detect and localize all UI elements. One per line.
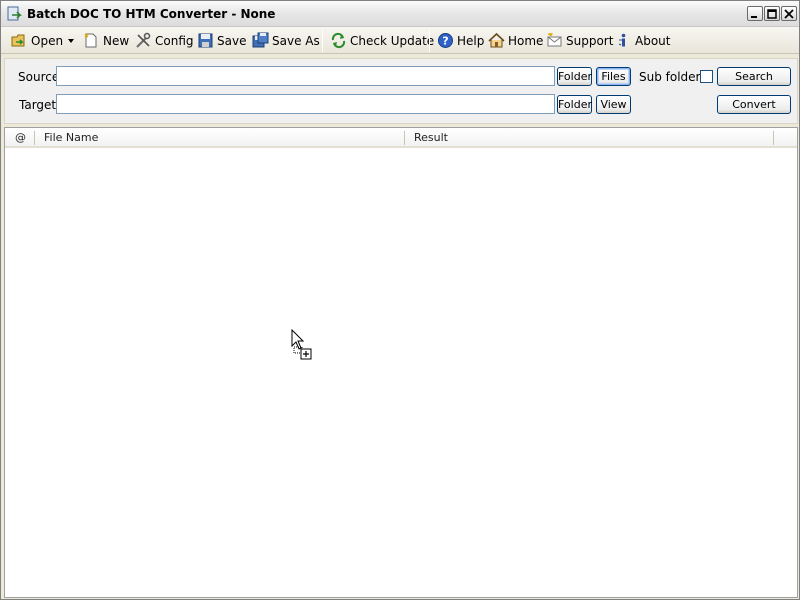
help-icon: ? <box>438 33 453 48</box>
save-as-icon <box>252 32 269 48</box>
home-label: Home <box>508 33 544 48</box>
source-label: Source <box>18 70 60 84</box>
toolbar: Open New Config Save Save As Check Updat… <box>1 27 799 54</box>
view-button[interactable]: View <box>596 95 631 114</box>
file-list[interactable]: @ File Name Result <box>4 127 798 598</box>
update-arrows-icon <box>331 32 346 49</box>
open-button[interactable]: Open <box>11 30 63 51</box>
save-as-label: Save As <box>272 33 320 48</box>
column-divider[interactable] <box>404 131 405 145</box>
check-update-button[interactable]: Check Update <box>330 30 434 51</box>
minimize-icon <box>751 16 757 18</box>
list-header: @ File Name Result <box>5 128 797 148</box>
column-status[interactable]: @ <box>15 131 26 144</box>
help-label: Help <box>457 33 485 48</box>
open-dropdown-button[interactable] <box>67 30 75 51</box>
column-divider[interactable] <box>34 131 35 145</box>
open-label: Open <box>31 33 64 48</box>
close-button[interactable] <box>781 6 797 21</box>
save-as-button[interactable]: Save As <box>252 30 320 51</box>
open-folder-icon <box>11 34 25 47</box>
new-document-icon <box>84 33 97 48</box>
save-label: Save <box>217 33 247 48</box>
home-button[interactable]: Home <box>488 30 543 51</box>
column-result[interactable]: Result <box>414 131 448 144</box>
maximize-icon <box>767 9 777 19</box>
app-icon <box>7 6 22 21</box>
source-input[interactable] <box>56 66 555 86</box>
convert-button[interactable]: Convert <box>717 95 791 114</box>
toolbar-separator <box>322 30 323 52</box>
title-bar[interactable]: Batch DOC TO HTM Converter - None <box>1 1 799 27</box>
search-button[interactable]: Search <box>717 67 791 86</box>
help-button[interactable]: ? Help <box>437 30 484 51</box>
target-folder-button[interactable]: Folder <box>557 95 592 114</box>
support-label: Support <box>566 33 614 48</box>
source-files-button[interactable]: Files <box>596 67 631 86</box>
svg-text:?: ? <box>442 35 448 48</box>
drag-copy-cursor-icon <box>291 329 312 360</box>
close-icon <box>784 9 794 19</box>
config-label: Config <box>155 33 194 48</box>
dropdown-arrow-icon <box>68 38 74 43</box>
info-icon <box>618 33 626 47</box>
path-panel: Source Folder Files Sub folders Search T… <box>4 58 798 124</box>
subfolders-label: Sub folders <box>639 70 707 84</box>
target-input[interactable] <box>56 94 555 114</box>
save-button[interactable]: Save <box>197 30 246 51</box>
subfolders-checkbox[interactable] <box>700 70 713 83</box>
check-update-label: Check Update <box>350 33 435 48</box>
column-file-name[interactable]: File Name <box>44 131 98 144</box>
new-button[interactable]: New <box>83 30 129 51</box>
about-label: About <box>635 33 671 48</box>
source-folder-button[interactable]: Folder <box>557 67 592 86</box>
app-window: Batch DOC TO HTM Converter - None Open N… <box>0 0 800 600</box>
about-button[interactable]: About <box>615 30 670 51</box>
minimize-button[interactable] <box>747 6 763 21</box>
support-button[interactable]: Support <box>546 30 613 51</box>
target-label: Target <box>19 98 57 112</box>
support-mail-icon <box>547 32 562 47</box>
new-label: New <box>103 33 130 48</box>
home-icon <box>488 32 505 48</box>
tools-icon <box>136 32 151 48</box>
save-disk-icon <box>198 33 213 48</box>
toolbar-separator <box>429 30 430 52</box>
window-title: Batch DOC TO HTM Converter - None <box>27 7 276 21</box>
column-divider[interactable] <box>773 131 774 145</box>
maximize-button[interactable] <box>764 6 780 21</box>
config-button[interactable]: Config <box>135 30 194 51</box>
